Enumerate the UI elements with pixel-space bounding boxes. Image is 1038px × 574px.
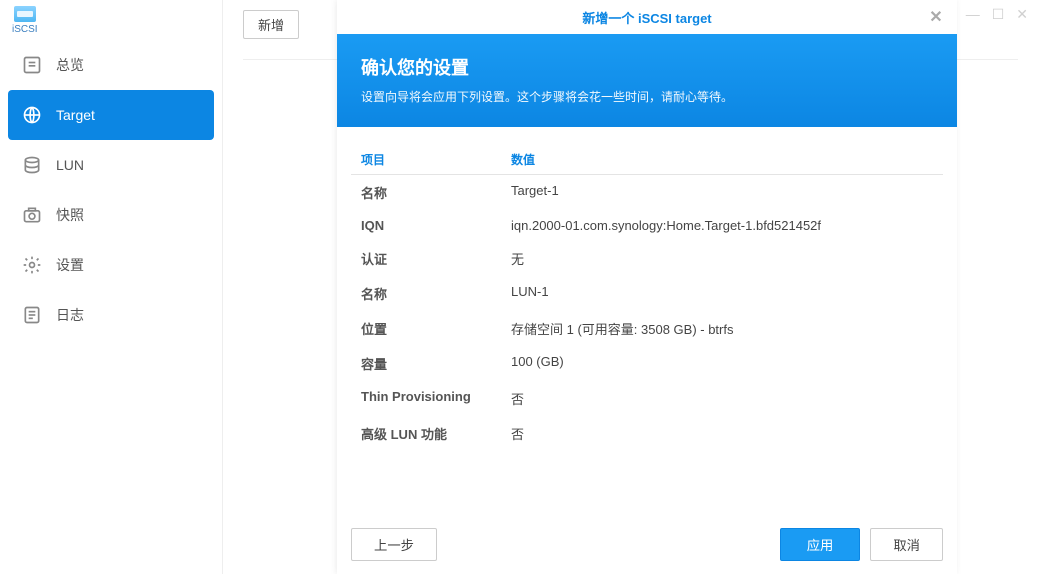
modal-heading: 确认您的设置 (361, 54, 933, 80)
sidebar-item-target[interactable]: Target (8, 90, 214, 140)
row-value: LUN-1 (501, 276, 943, 311)
app-icon: iSCSI (12, 6, 38, 35)
sidebar-item-lun[interactable]: LUN (0, 140, 222, 190)
sidebar-item-label: 设置 (56, 255, 84, 275)
add-button[interactable]: 新增 (243, 10, 299, 39)
modal-footer: 上一步 应用 取消 (337, 514, 957, 574)
modal-titlebar: 新增一个 iSCSI target ✕ (337, 0, 957, 34)
gear-icon (22, 255, 42, 275)
sidebar-item-overview[interactable]: 总览 (0, 40, 222, 90)
settings-table: 项目 数值 名称 Target-1 IQN iqn.2000-01.com.sy… (351, 145, 943, 451)
row-value: 存储空间 1 (可用容量: 3508 GB) - btrfs (501, 311, 943, 346)
modal-header: 确认您的设置 设置向导将会应用下列设置。这个步骤将会花一些时间，请耐心等待。 (337, 34, 957, 127)
minimize-icon[interactable]: — (966, 6, 980, 23)
camera-icon (22, 205, 42, 225)
maximize-icon[interactable]: ☐ (992, 6, 1005, 23)
close-icon[interactable]: ✕ (925, 6, 947, 28)
globe-icon (22, 105, 42, 125)
log-icon (22, 305, 42, 325)
apply-button[interactable]: 应用 (780, 528, 861, 561)
column-item: 项目 (351, 145, 501, 175)
row-key: 位置 (351, 311, 501, 346)
back-button[interactable]: 上一步 (351, 528, 437, 561)
column-value: 数值 (501, 145, 943, 175)
row-value: 否 (501, 416, 943, 451)
row-key: 容量 (351, 346, 501, 381)
disk-stack-icon (22, 155, 42, 175)
iscsi-icon (14, 6, 36, 22)
row-value: iqn.2000-01.com.synology:Home.Target-1.b… (501, 210, 943, 241)
overview-icon (22, 55, 42, 75)
modal-body: 项目 数值 名称 Target-1 IQN iqn.2000-01.com.sy… (337, 127, 957, 514)
sidebar-item-label: 日志 (56, 305, 84, 325)
row-key: IQN (351, 210, 501, 241)
row-key: 认证 (351, 241, 501, 276)
row-key: 名称 (351, 276, 501, 311)
row-value: 100 (GB) (501, 346, 943, 381)
window-controls: — ☐ ✕ (966, 6, 1028, 23)
row-value: Target-1 (501, 175, 943, 210)
row-key: Thin Provisioning (351, 381, 501, 416)
modal-title-text: 新增一个 iSCSI target (582, 8, 711, 27)
sidebar-item-label: 快照 (56, 205, 84, 225)
close-window-icon[interactable]: ✕ (1016, 6, 1028, 23)
row-key: 名称 (351, 175, 501, 210)
sidebar-item-snapshot[interactable]: 快照 (0, 190, 222, 240)
footer-right: 应用 取消 (780, 528, 943, 561)
row-value: 否 (501, 381, 943, 416)
cancel-button[interactable]: 取消 (870, 528, 943, 561)
sidebar-item-settings[interactable]: 设置 (0, 240, 222, 290)
wizard-modal: 新增一个 iSCSI target ✕ 确认您的设置 设置向导将会应用下列设置。… (337, 0, 957, 574)
sidebar-item-label: Target (56, 107, 95, 123)
app-icon-label: iSCSI (12, 24, 38, 35)
row-value: 无 (501, 241, 943, 276)
row-key: 高级 LUN 功能 (351, 416, 501, 451)
modal-subtitle: 设置向导将会应用下列设置。这个步骤将会花一些时间，请耐心等待。 (361, 88, 933, 105)
sidebar: 总览 Target LUN 快照 (0, 0, 222, 574)
sidebar-item-log[interactable]: 日志 (0, 290, 222, 340)
sidebar-item-label: LUN (56, 157, 84, 173)
sidebar-item-label: 总览 (56, 55, 84, 75)
